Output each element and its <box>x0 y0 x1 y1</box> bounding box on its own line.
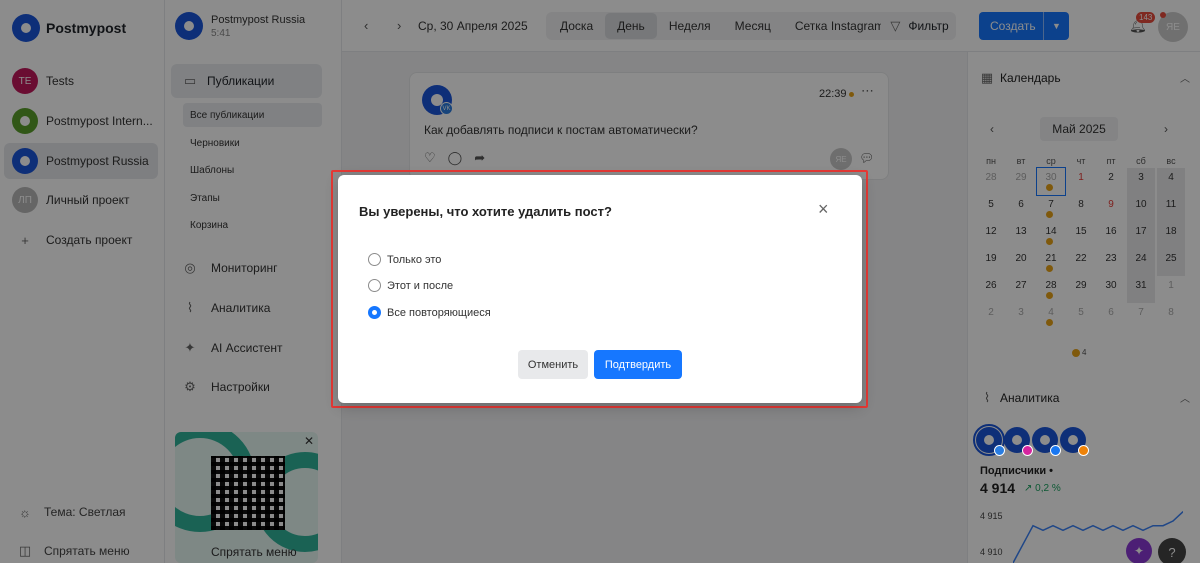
option-label: Этот и после <box>387 279 454 292</box>
option-label: Все повторяющиеся <box>387 306 491 319</box>
vk-icon <box>994 445 1005 456</box>
facebook-icon <box>1050 445 1061 456</box>
option-this-and-after[interactable]: Этот и после <box>368 279 453 292</box>
confirm-button[interactable]: Подтвердить <box>594 350 682 379</box>
delete-post-dialog: Вы уверены, что хотите удалить пост? × Т… <box>338 175 862 403</box>
radio-button[interactable] <box>368 306 381 319</box>
instagram-icon <box>1022 445 1033 456</box>
cancel-button[interactable]: Отменить <box>518 350 588 379</box>
option-label: Только это <box>387 253 442 266</box>
radio-button[interactable] <box>368 279 381 292</box>
radio-button[interactable] <box>368 253 381 266</box>
option-all-recurring[interactable]: Все повторяющиеся <box>368 306 491 319</box>
ok-icon <box>1078 445 1089 456</box>
close-icon[interactable]: × <box>818 200 829 218</box>
option-only-this[interactable]: Только это <box>368 253 441 266</box>
dialog-title: Вы уверены, что хотите удалить пост? <box>359 204 612 219</box>
